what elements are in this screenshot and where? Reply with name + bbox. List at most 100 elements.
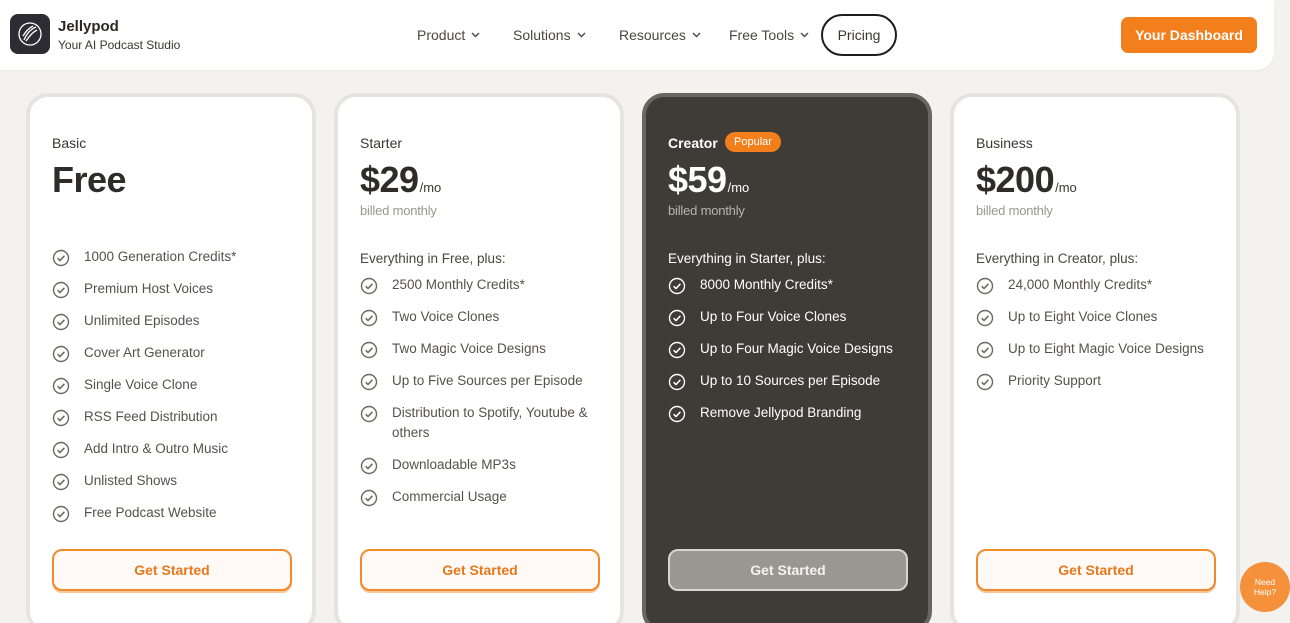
feature-list: 2500 Monthly Credits* Two Voice Clones T… xyxy=(360,275,610,519)
check-circle-icon xyxy=(52,313,70,331)
feature-item: Up to Four Magic Voice Designs xyxy=(668,339,918,359)
check-circle-icon xyxy=(52,441,70,459)
check-circle-icon xyxy=(360,489,378,507)
check-circle-icon xyxy=(52,505,70,523)
check-circle-icon xyxy=(360,373,378,391)
feature-item: Free Podcast Website xyxy=(52,503,302,523)
feature-item: Two Magic Voice Designs xyxy=(360,339,610,359)
plan-name: Basic xyxy=(52,135,87,151)
nav-item-solutions[interactable]: Solutions xyxy=(513,14,586,56)
feature-item: Unlisted Shows xyxy=(52,471,302,491)
popular-badge: Popular xyxy=(725,132,781,152)
plan-price: $200 xyxy=(976,159,1055,200)
check-circle-icon xyxy=(360,341,378,359)
get-started-button[interactable]: Get Started xyxy=(52,549,292,591)
feature-item: 24,000 Monthly Credits* xyxy=(976,275,1226,295)
pricing-card-starter: Starter $29 /mo billed monthly Everythin… xyxy=(334,93,624,623)
feature-item: Add Intro & Outro Music xyxy=(52,439,302,459)
chevron-down-icon xyxy=(577,32,586,38)
get-started-button[interactable]: Get Started xyxy=(976,549,1216,591)
feature-item: Remove Jellypod Branding xyxy=(668,403,918,423)
feature-item: Up to Five Sources per Episode xyxy=(360,371,610,391)
feature-item: Premium Host Voices xyxy=(52,279,302,299)
top-navigation-bar: Jellypod Your AI Podcast Studio Product … xyxy=(0,0,1274,70)
billing-note: billed monthly xyxy=(976,203,1053,218)
pricing-card-creator: Creator Popular $59 /mo billed monthly E… xyxy=(642,93,932,623)
pricing-card-business: Business $200 /mo billed monthly Everyth… xyxy=(950,93,1240,623)
feature-item: Cover Art Generator xyxy=(52,343,302,363)
get-started-button[interactable]: Get Started xyxy=(668,549,908,591)
nav-item-product[interactable]: Product xyxy=(417,14,480,56)
check-circle-icon xyxy=(360,457,378,475)
check-circle-icon xyxy=(52,345,70,363)
feature-item: Two Voice Clones xyxy=(360,307,610,327)
pricing-card-basic: Basic Free 1000 Generation Credits* Prem… xyxy=(26,93,316,623)
help-label-line2: Help? xyxy=(1253,587,1277,597)
feature-item: 2500 Monthly Credits* xyxy=(360,275,610,295)
price-row: $29 /mo xyxy=(360,159,441,201)
feature-item: Single Voice Clone xyxy=(52,375,302,395)
your-dashboard-button[interactable]: Your Dashboard xyxy=(1121,17,1257,53)
check-circle-icon xyxy=(360,309,378,327)
billing-note: billed monthly xyxy=(360,203,437,218)
nav-item-free-tools[interactable]: Free Tools xyxy=(729,14,809,56)
plan-intro: Everything in Creator, plus: xyxy=(976,251,1139,266)
check-circle-icon xyxy=(52,249,70,267)
plan-price: $29 xyxy=(360,159,419,200)
feature-item: Commercial Usage xyxy=(360,487,610,507)
feature-item: Up to Four Voice Clones xyxy=(668,307,918,327)
price-row: $200 /mo xyxy=(976,159,1077,201)
nav-item-pricing[interactable]: Pricing xyxy=(821,14,897,56)
nav-item-label: Product xyxy=(417,27,466,43)
help-label-line1: Need xyxy=(1254,577,1276,587)
feature-item: Unlimited Episodes xyxy=(52,311,302,331)
brand-tagline: Your AI Podcast Studio xyxy=(58,38,181,52)
feature-item: 1000 Generation Credits* xyxy=(52,247,302,267)
nav-item-label: Solutions xyxy=(513,27,571,43)
feature-item: Distribution to Spotify, Youtube & other… xyxy=(360,403,610,443)
check-circle-icon xyxy=(668,341,686,359)
plan-intro: Everything in Free, plus: xyxy=(360,251,506,266)
price-period: /mo xyxy=(1055,180,1077,195)
feature-item: Downloadable MP3s xyxy=(360,455,610,475)
plan-intro: Everything in Starter, plus: xyxy=(668,251,826,266)
nav-item-label: Free Tools xyxy=(729,27,795,43)
check-circle-icon xyxy=(976,373,994,391)
chevron-down-icon xyxy=(692,32,701,38)
nav-item-label: Resources xyxy=(619,27,686,43)
feature-item: Up to Eight Voice Clones xyxy=(976,307,1226,327)
need-help-button[interactable]: Need Help? xyxy=(1240,562,1290,612)
plan-price: $59 xyxy=(668,159,727,200)
price-row: Free xyxy=(52,159,127,201)
plan-name: Business xyxy=(976,135,1033,151)
feature-list: 1000 Generation Credits* Premium Host Vo… xyxy=(52,247,302,535)
feature-list: 8000 Monthly Credits* Up to Four Voice C… xyxy=(668,275,918,435)
feature-item: Up to Eight Magic Voice Designs xyxy=(976,339,1226,359)
plan-name: Creator xyxy=(668,135,718,151)
feature-item: RSS Feed Distribution xyxy=(52,407,302,427)
check-circle-icon xyxy=(52,377,70,395)
check-circle-icon xyxy=(52,473,70,491)
check-circle-icon xyxy=(976,277,994,295)
billing-note: billed monthly xyxy=(668,203,745,218)
check-circle-icon xyxy=(668,405,686,423)
plan-name: Starter xyxy=(360,135,403,151)
plan-price: Free xyxy=(52,159,127,200)
check-circle-icon xyxy=(976,341,994,359)
check-circle-icon xyxy=(668,277,686,295)
nav-item-resources[interactable]: Resources xyxy=(619,14,701,56)
get-started-button[interactable]: Get Started xyxy=(360,549,600,591)
feature-item: 8000 Monthly Credits* xyxy=(668,275,918,295)
chevron-down-icon xyxy=(800,32,809,38)
feature-item: Priority Support xyxy=(976,371,1226,391)
check-circle-icon xyxy=(52,281,70,299)
check-circle-icon xyxy=(668,309,686,327)
price-row: $59 /mo xyxy=(668,159,749,201)
price-period: /mo xyxy=(727,180,750,195)
brand-name[interactable]: Jellypod xyxy=(58,18,119,35)
check-circle-icon xyxy=(360,405,378,423)
check-circle-icon xyxy=(668,373,686,391)
check-circle-icon xyxy=(52,409,70,427)
jellypod-logo-icon[interactable] xyxy=(10,14,50,54)
feature-item: Up to 10 Sources per Episode xyxy=(668,371,918,391)
